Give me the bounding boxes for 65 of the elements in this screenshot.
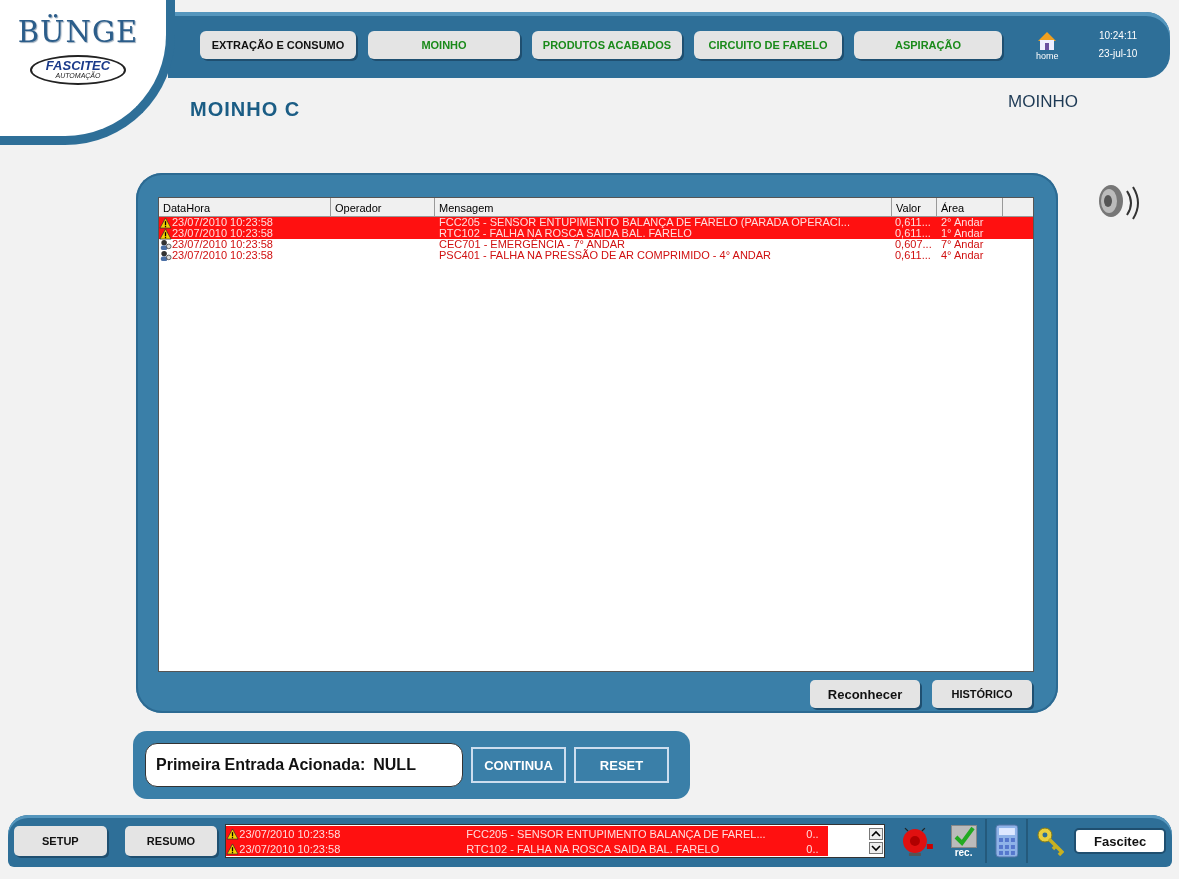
- person-icon: [159, 249, 172, 262]
- column-header[interactable]: DataHora: [159, 198, 331, 216]
- column-header[interactable]: Área: [937, 198, 1003, 216]
- warning-icon: [159, 216, 172, 229]
- table-cell: 0,611...: [895, 217, 931, 228]
- nav-tab[interactable]: EXTRAÇÃO E CONSUMO: [200, 31, 356, 59]
- clock-date: 23-jul-10: [1098, 47, 1138, 61]
- user-button[interactable]: Fascitec: [1074, 828, 1166, 854]
- summary-button[interactable]: RESUMO: [124, 826, 218, 856]
- table-cell: 0,611...: [895, 250, 931, 261]
- table-cell: 23/07/2010 10:23:58: [172, 217, 273, 228]
- first-input-label: Primeira Entrada Acionada:: [156, 756, 366, 774]
- checkmark-icon: [950, 824, 977, 848]
- nav-tab[interactable]: CIRCUITO DE FARELO: [694, 31, 842, 59]
- column-header[interactable]: Valor: [892, 198, 937, 216]
- table-cell: 4° Andar: [941, 250, 984, 261]
- alarm-value: 0..: [806, 842, 820, 855]
- clock-time: 10:24:11: [1098, 29, 1138, 43]
- home-button[interactable]: home: [1036, 29, 1059, 61]
- reset-button[interactable]: RESET: [574, 747, 669, 783]
- table-cell: 23/07/2010 10:23:58: [172, 228, 273, 239]
- brand-logo: BÜNGE: [17, 15, 139, 49]
- person-icon: [159, 238, 172, 251]
- partner-name: FASCITEC: [45, 59, 111, 72]
- continue-button[interactable]: CONTINUA: [471, 747, 566, 783]
- house-icon: [1036, 29, 1059, 51]
- table-cell: 2° Andar: [941, 217, 984, 228]
- scroll-up-icon: [868, 828, 883, 840]
- page-title: MOINHO C: [190, 98, 301, 121]
- history-button[interactable]: HISTÓRICO: [932, 680, 1032, 708]
- nav-tab[interactable]: MOINHO: [368, 31, 520, 59]
- table-cell: 23/07/2010 10:23:58: [172, 250, 273, 261]
- scroll-down-icon: [868, 842, 883, 854]
- first-input-value: NULL: [373, 756, 416, 774]
- setup-button[interactable]: SETUP: [14, 826, 107, 856]
- nav-tab[interactable]: PRODUTOS ACABADOS: [532, 31, 682, 59]
- alarm-value: 0..: [806, 827, 820, 840]
- calculator-icon: [994, 824, 1019, 858]
- warning-icon: [159, 227, 172, 240]
- table-row[interactable]: 23/07/2010 10:23:58 CEC701 - EMERGÊNCIA - 7° ANDAR 0,607... 7° Andar: [159, 239, 1033, 250]
- table-row[interactable]: 23/07/2010 10:23:58 RTC102 - FALHA NA ROSCA SAIDA BAL. FARELO 0,611... 1° Andar: [159, 228, 1033, 239]
- acknowledge-button[interactable]: Reconhecer: [810, 680, 920, 708]
- table-cell: RTC102 - FALHA NA ROSCA SAIDA BAL. FARELO: [439, 228, 692, 239]
- table-cell: PSC401 - FALHA NA PRESSÃO DE AR COMPRIMIDO - 4° ANDAR: [439, 250, 772, 261]
- alarm-message: FCC205 - SENSOR ENTUPIMENTO BALANÇA DE FAREL...: [466, 827, 767, 840]
- alarm-time: 23/07/2010 10:23:58: [239, 827, 341, 840]
- alarm-strip-row[interactable]: 23/07/2010 10:23:58 RTC102 - FALHA NA ROSCA SAIDA BAL. FARELO 0..: [226, 841, 829, 856]
- table-cell: 0,607...: [895, 239, 932, 250]
- table-row[interactable]: 23/07/2010 10:23:58 PSC401 - FALHA NA PRESSÃO DE AR COMPRIMIDO - 4° ANDAR 0,611... 4° Andar: [159, 250, 1033, 261]
- column-header[interactable]: Mensagem: [435, 198, 892, 216]
- table-row[interactable]: 23/07/2010 10:23:58 FCC205 - SENSOR ENTUPIMENTO BALANÇA DE FARELO (PARADA OPERACI... 0,611... 2° Andar: [159, 217, 1033, 228]
- acknowledge-all-button[interactable]: rec.: [950, 824, 977, 858]
- column-header[interactable]: Operador: [331, 198, 435, 216]
- table-cell: 7° Andar: [941, 239, 984, 250]
- alarm-strip-row[interactable]: 23/07/2010 10:23:58 FCC205 - SENSOR ENTUPIMENTO BALANÇA DE FAREL... 0..: [226, 826, 829, 841]
- table-cell: 1° Andar: [941, 228, 984, 239]
- table-cell: CEC701 - EMERGÊNCIA - 7° ANDAR: [439, 239, 625, 250]
- nav-tab[interactable]: ASPIRAÇÃO: [854, 31, 1002, 59]
- alarm-message: RTC102 - FALHA NA ROSCA SAIDA BAL. FARELO: [466, 842, 721, 855]
- alarm-time: 23/07/2010 10:23:58: [239, 842, 341, 855]
- section-label: MOINHO: [1008, 92, 1078, 112]
- table-cell: 23/07/2010 10:23:58: [172, 239, 273, 250]
- table-cell: FCC205 - SENSOR ENTUPIMENTO BALANÇA DE FARELO (PARADA OPERACI...: [439, 217, 850, 228]
- table-cell: 0,611...: [895, 228, 931, 239]
- key-icon: [1036, 826, 1065, 856]
